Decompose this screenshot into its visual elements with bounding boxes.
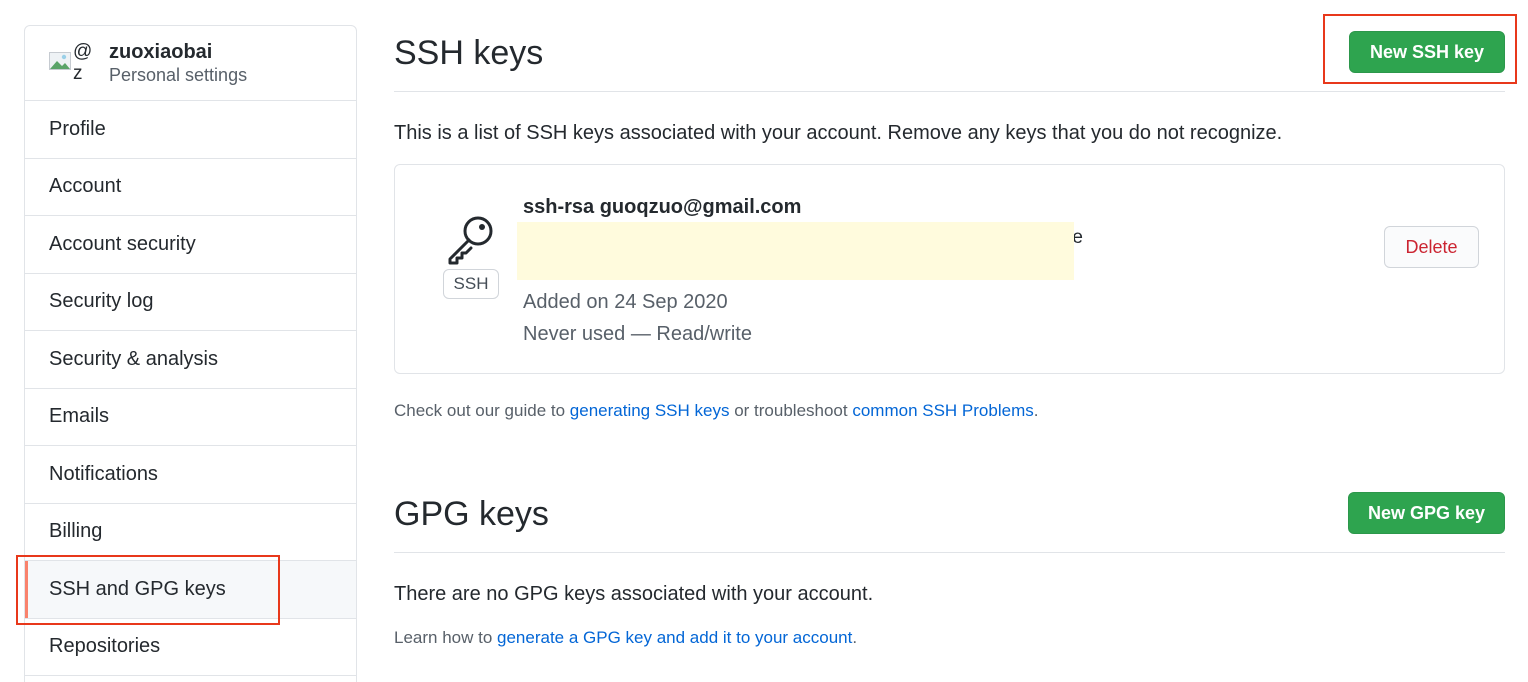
ssh-keys-title: SSH keys (394, 34, 544, 72)
sidebar-item-label: Profile (49, 117, 106, 140)
broken-image-icon (49, 52, 71, 70)
ssh-key-added-date: Added on 24 Sep 2020 (523, 291, 728, 313)
sidebar-item-label: Account security (49, 232, 196, 255)
gpg-learn-prefix: Learn how to (394, 628, 498, 647)
ssh-key-title: ssh-rsa guoqzuo@gmail.com (523, 196, 802, 218)
sidebar-item-label: Security & analysis (49, 347, 218, 370)
ssh-key-entry: SSH ssh-rsa guoqzuo@gmail.com e Added on… (394, 164, 1505, 374)
new-gpg-key-button[interactable]: New GPG key (1348, 492, 1505, 534)
sidebar-item-security-analysis[interactable]: Security & analysis (25, 331, 356, 389)
sidebar-item-notifications[interactable]: Notifications (25, 446, 356, 504)
redaction-overlay (517, 222, 1074, 280)
sidebar-item-billing[interactable]: Billing (25, 504, 356, 561)
gpg-learn-note: Learn how to generate a GPG key and add … (394, 628, 857, 648)
sidebar-item-label: Repositories (49, 635, 161, 658)
gpg-section-header: GPG keys New GPG key (394, 461, 1505, 553)
settings-page: @ z zuoxiaobai Personal settings Profile… (0, 0, 1528, 682)
key-icon (448, 216, 493, 265)
sidebar-item-emails[interactable]: Emails (25, 389, 356, 446)
sidebar-item-repositories[interactable]: Repositories (25, 619, 356, 676)
username: zuoxiaobai (109, 41, 213, 63)
ssh-badge: SSH (443, 269, 499, 299)
main-content: SSH keys New SSH key This is a list of S… (394, 0, 1505, 682)
gpg-empty-text: There are no GPG keys associated with yo… (394, 583, 874, 605)
sidebar-item-profile[interactable]: Profile (25, 101, 356, 159)
personal-settings-label: Personal settings (109, 65, 248, 85)
sidebar-item-account-security[interactable]: Account security (25, 216, 356, 274)
delete-button[interactable]: Delete (1384, 226, 1479, 268)
avatar-alt-at: @ (73, 41, 93, 62)
gpg-keys-title: GPG keys (394, 495, 549, 533)
generate-gpg-key-link[interactable]: generate a GPG key and add it to your ac… (497, 628, 852, 647)
highlight-sidebar-ssh (16, 555, 280, 625)
avatar[interactable]: @ z (49, 40, 95, 86)
sidebar-item-label: Billing (49, 520, 103, 543)
sidebar-item-label: Emails (49, 405, 110, 428)
sidebar-item-label: Notifications (49, 462, 158, 485)
sidebar-item-security-log[interactable]: Security log (25, 274, 356, 331)
ssh-section-header: SSH keys New SSH key (394, 0, 1505, 92)
sidebar-item-label: Security log (49, 290, 154, 313)
avatar-alt-z: z (73, 63, 83, 84)
gpg-learn-suffix: . (852, 628, 858, 647)
ssh-guide-suffix: . (1033, 401, 1039, 420)
ssh-guide-prefix: Check out our guide to (394, 401, 570, 420)
ssh-intro-text: This is a list of SSH keys associated wi… (394, 122, 1283, 144)
ssh-guide-middle: or troubleshoot (729, 401, 853, 420)
new-ssh-key-button[interactable]: New SSH key (1349, 31, 1505, 73)
generating-ssh-keys-link[interactable]: generating SSH keys (570, 401, 730, 420)
fingerprint-tail: e (1072, 227, 1083, 248)
common-ssh-problems-link[interactable]: common SSH Problems (852, 401, 1033, 420)
sidebar-user-header[interactable]: @ z zuoxiaobai Personal settings (25, 26, 356, 101)
ssh-key-usage: Never used — Read/write (523, 323, 752, 345)
ssh-guide-note: Check out our guide to generating SSH ke… (394, 401, 1038, 421)
sidebar-item-label: Account (49, 175, 122, 198)
sidebar-item-account[interactable]: Account (25, 159, 356, 216)
